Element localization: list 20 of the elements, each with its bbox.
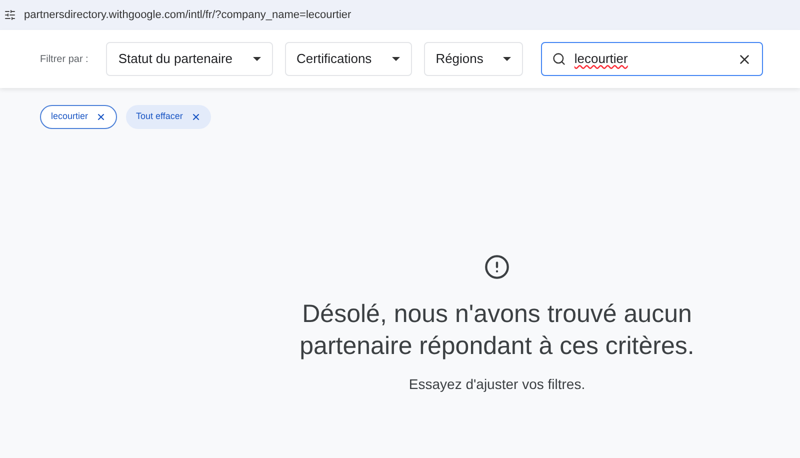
search-icon	[552, 52, 566, 66]
close-icon	[190, 112, 201, 122]
empty-title: Désolé, nous n'avons trouvé aucun partenaire répondant à ces critères.	[298, 299, 696, 362]
close-icon	[96, 112, 106, 122]
alert-icon	[484, 254, 510, 280]
caret-icon	[392, 57, 400, 61]
address-bar[interactable]: partnersdirectory.withgoogle.com/intl/fr/?company_name=lecourtier	[0, 0, 800, 30]
caret-icon	[503, 57, 512, 61]
site-settings-icon[interactable]	[4, 9, 16, 21]
url-text: partnersdirectory.withgoogle.com/intl/fr/?company_name=lecourtier	[24, 8, 352, 23]
search-input[interactable]: lecourtier	[574, 49, 730, 69]
clear-all-chip[interactable]: Tout effacer	[126, 105, 211, 129]
filter-chip[interactable]: lecourtier	[40, 105, 118, 129]
filter-dropdown[interactable]: Régions	[424, 42, 524, 76]
search-field[interactable]: lecourtier	[541, 42, 764, 76]
filter-dropdown[interactable]: Statut du partenaire	[106, 42, 273, 76]
empty-hint: Essayez d'ajuster vos filtres.	[408, 375, 586, 394]
filter-label: Filtrer par :	[40, 52, 88, 66]
filter-dropdown[interactable]: Certifications	[284, 42, 412, 76]
caret-icon	[252, 57, 261, 61]
